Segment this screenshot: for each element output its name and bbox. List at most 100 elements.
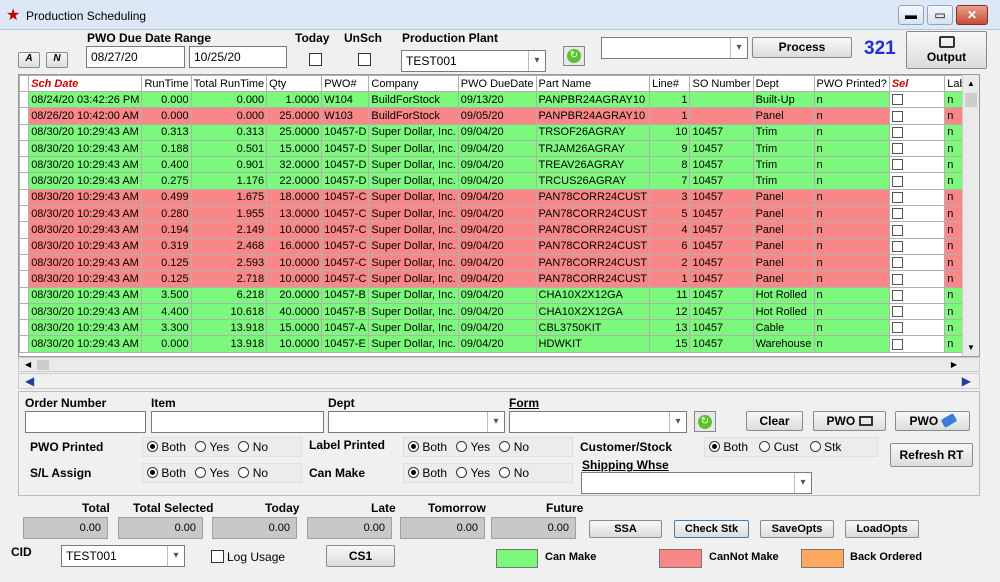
table-cell[interactable]: 10457-B: [321, 286, 370, 304]
table-row[interactable]: 08/30/20 10:29:43 AM 0.400 0.901 32.0000 104…: [19, 156, 979, 174]
table-row[interactable]: 08/30/20 10:29:43 AM 3.300 13.918 15.0000 10…: [19, 319, 979, 337]
table-cell[interactable]: 10457-D: [321, 139, 370, 158]
row-header-cell[interactable]: [19, 335, 30, 353]
table-cell[interactable]: PAN78CORR24CUST: [535, 188, 651, 207]
table-cell[interactable]: Super Dollar, Inc.: [368, 253, 459, 272]
table-cell[interactable]: 10457: [689, 188, 754, 207]
scroll-down-icon[interactable]: ▼: [963, 339, 979, 356]
table-cell[interactable]: W104: [321, 90, 370, 109]
table-cell[interactable]: n: [813, 205, 890, 223]
table-cell[interactable]: CHA10X2X12GA: [535, 286, 651, 304]
shipping-whse-select[interactable]: ▾: [581, 472, 812, 494]
table-cell[interactable]: W103: [321, 107, 370, 125]
maximize-button[interactable]: ▭: [927, 5, 953, 25]
select-checkbox[interactable]: [891, 322, 903, 334]
table-cell[interactable]: [888, 319, 946, 337]
table-cell[interactable]: Super Dollar, Inc.: [368, 221, 459, 239]
table-cell[interactable]: 08/30/20 10:29:43 AM: [28, 139, 143, 158]
table-cell[interactable]: 08/30/20 10:29:43 AM: [28, 335, 143, 353]
table-cell[interactable]: 0.000: [141, 107, 192, 125]
table-cell[interactable]: 5: [649, 205, 691, 223]
table-cell[interactable]: 0.000: [190, 90, 268, 109]
table-cell[interactable]: 08/30/20 10:29:43 AM: [28, 156, 143, 174]
table-cell[interactable]: 13: [649, 319, 691, 337]
row-header-cell[interactable]: [19, 139, 30, 158]
table-cell[interactable]: [888, 237, 946, 255]
grid-vscrollbar[interactable]: ▲ ▼: [962, 75, 979, 356]
table-cell[interactable]: 08/30/20 10:29:43 AM: [28, 302, 143, 321]
table-cell[interactable]: 09/04/20: [457, 335, 537, 353]
table-cell[interactable]: 10457: [689, 237, 754, 255]
table-cell[interactable]: 25.0000: [266, 107, 323, 125]
row-header-cell[interactable]: [19, 90, 30, 109]
table-cell[interactable]: 08/30/20 10:29:43 AM: [28, 237, 143, 255]
minimize-button[interactable]: ▬: [898, 5, 924, 25]
table-cell[interactable]: 1.955: [190, 205, 268, 223]
table-cell[interactable]: 0.313: [141, 123, 192, 141]
table-cell[interactable]: 10457: [689, 221, 754, 239]
table-cell[interactable]: Trim: [752, 156, 815, 174]
table-row[interactable]: 08/30/20 10:29:43 AM 0.194 2.149 10.0000 104…: [19, 221, 979, 239]
can-make-no-radio[interactable]: [499, 467, 511, 478]
table-cell[interactable]: 0.280: [141, 205, 192, 223]
table-cell[interactable]: 1.675: [190, 188, 268, 207]
table-cell[interactable]: 10.0000: [266, 335, 323, 353]
table-cell[interactable]: 6.218: [190, 286, 268, 304]
col-header-dept[interactable]: Dept: [752, 75, 815, 92]
select-checkbox[interactable]: [891, 192, 903, 204]
table-cell[interactable]: Super Dollar, Inc.: [368, 123, 459, 141]
table-cell[interactable]: 10.0000: [266, 253, 323, 272]
table-cell[interactable]: 09/04/20: [457, 319, 537, 337]
col-header-sel[interactable]: Sel: [888, 75, 946, 92]
table-cell[interactable]: 0.188: [141, 139, 192, 158]
table-row[interactable]: 08/30/20 10:29:43 AM 3.500 6.218 20.0000 104…: [19, 286, 979, 304]
table-cell[interactable]: Super Dollar, Inc.: [368, 156, 459, 174]
table-cell[interactable]: 10457: [689, 139, 754, 158]
save-opts-button[interactable]: SaveOpts: [760, 520, 834, 538]
col-header-company[interactable]: Company: [368, 75, 459, 92]
table-cell[interactable]: 09/04/20: [457, 205, 537, 223]
table-cell[interactable]: Trim: [752, 172, 815, 190]
table-cell[interactable]: TRJAM26AGRAY: [535, 139, 651, 158]
ssa-button[interactable]: SSA: [589, 520, 662, 538]
table-cell[interactable]: 10457: [689, 319, 754, 337]
table-cell[interactable]: 09/04/20: [457, 221, 537, 239]
scroll-right-icon[interactable]: ▶: [951, 358, 957, 372]
select-checkbox[interactable]: [891, 306, 903, 318]
row-header-cell[interactable]: [19, 172, 30, 190]
select-checkbox[interactable]: [891, 208, 903, 220]
table-cell[interactable]: 15: [649, 335, 691, 353]
shipping-whse-label[interactable]: Shipping Whse: [582, 458, 669, 472]
table-cell[interactable]: [888, 302, 946, 321]
table-cell[interactable]: Hot Rolled: [752, 302, 815, 321]
table-cell[interactable]: 3.300: [141, 319, 192, 337]
label-printed-both-radio[interactable]: [408, 441, 419, 452]
table-cell[interactable]: 08/26/20 10:42:00 AM: [28, 107, 143, 125]
table-cell[interactable]: 10457: [689, 270, 754, 288]
table-cell[interactable]: 09/04/20: [457, 270, 537, 288]
plant-refresh-button[interactable]: ↻: [563, 46, 585, 66]
table-row[interactable]: 08/30/20 10:29:43 AM 0.125 2.718 10.0000 104…: [19, 270, 979, 288]
table-cell[interactable]: 10457: [689, 335, 754, 353]
table-cell[interactable]: 13.918: [190, 319, 268, 337]
table-cell[interactable]: n: [813, 319, 890, 337]
schedule-grid[interactable]: Sch Date RunTime Total RunTime Qty PWO# …: [18, 74, 980, 357]
table-cell[interactable]: 08/30/20 10:29:43 AM: [28, 253, 143, 272]
log-usage-checkbox[interactable]: [211, 550, 224, 563]
table-cell[interactable]: 2.718: [190, 270, 268, 288]
table-cell[interactable]: n: [813, 286, 890, 304]
table-cell[interactable]: 10457: [689, 302, 754, 321]
table-row[interactable]: 08/30/20 10:29:43 AM 0.313 0.313 25.0000 104…: [19, 123, 979, 141]
table-cell[interactable]: PAN78CORR24CUST: [535, 253, 651, 272]
table-cell[interactable]: [888, 335, 946, 353]
table-cell[interactable]: 3.500: [141, 286, 192, 304]
table-cell[interactable]: Super Dollar, Inc.: [368, 172, 459, 190]
cs1-button[interactable]: CS1: [326, 545, 395, 567]
table-row[interactable]: 08/24/20 03:42:26 PM 0.000 0.000 1.0000 W104…: [19, 90, 979, 109]
table-row[interactable]: 08/30/20 10:29:43 AM 0.188 0.501 15.0000 104…: [19, 139, 979, 158]
table-cell[interactable]: n: [813, 172, 890, 190]
unsch-checkbox[interactable]: [358, 53, 371, 66]
table-cell[interactable]: Panel: [752, 221, 815, 239]
table-cell[interactable]: 3: [649, 188, 691, 207]
table-cell[interactable]: 10457: [689, 205, 754, 223]
